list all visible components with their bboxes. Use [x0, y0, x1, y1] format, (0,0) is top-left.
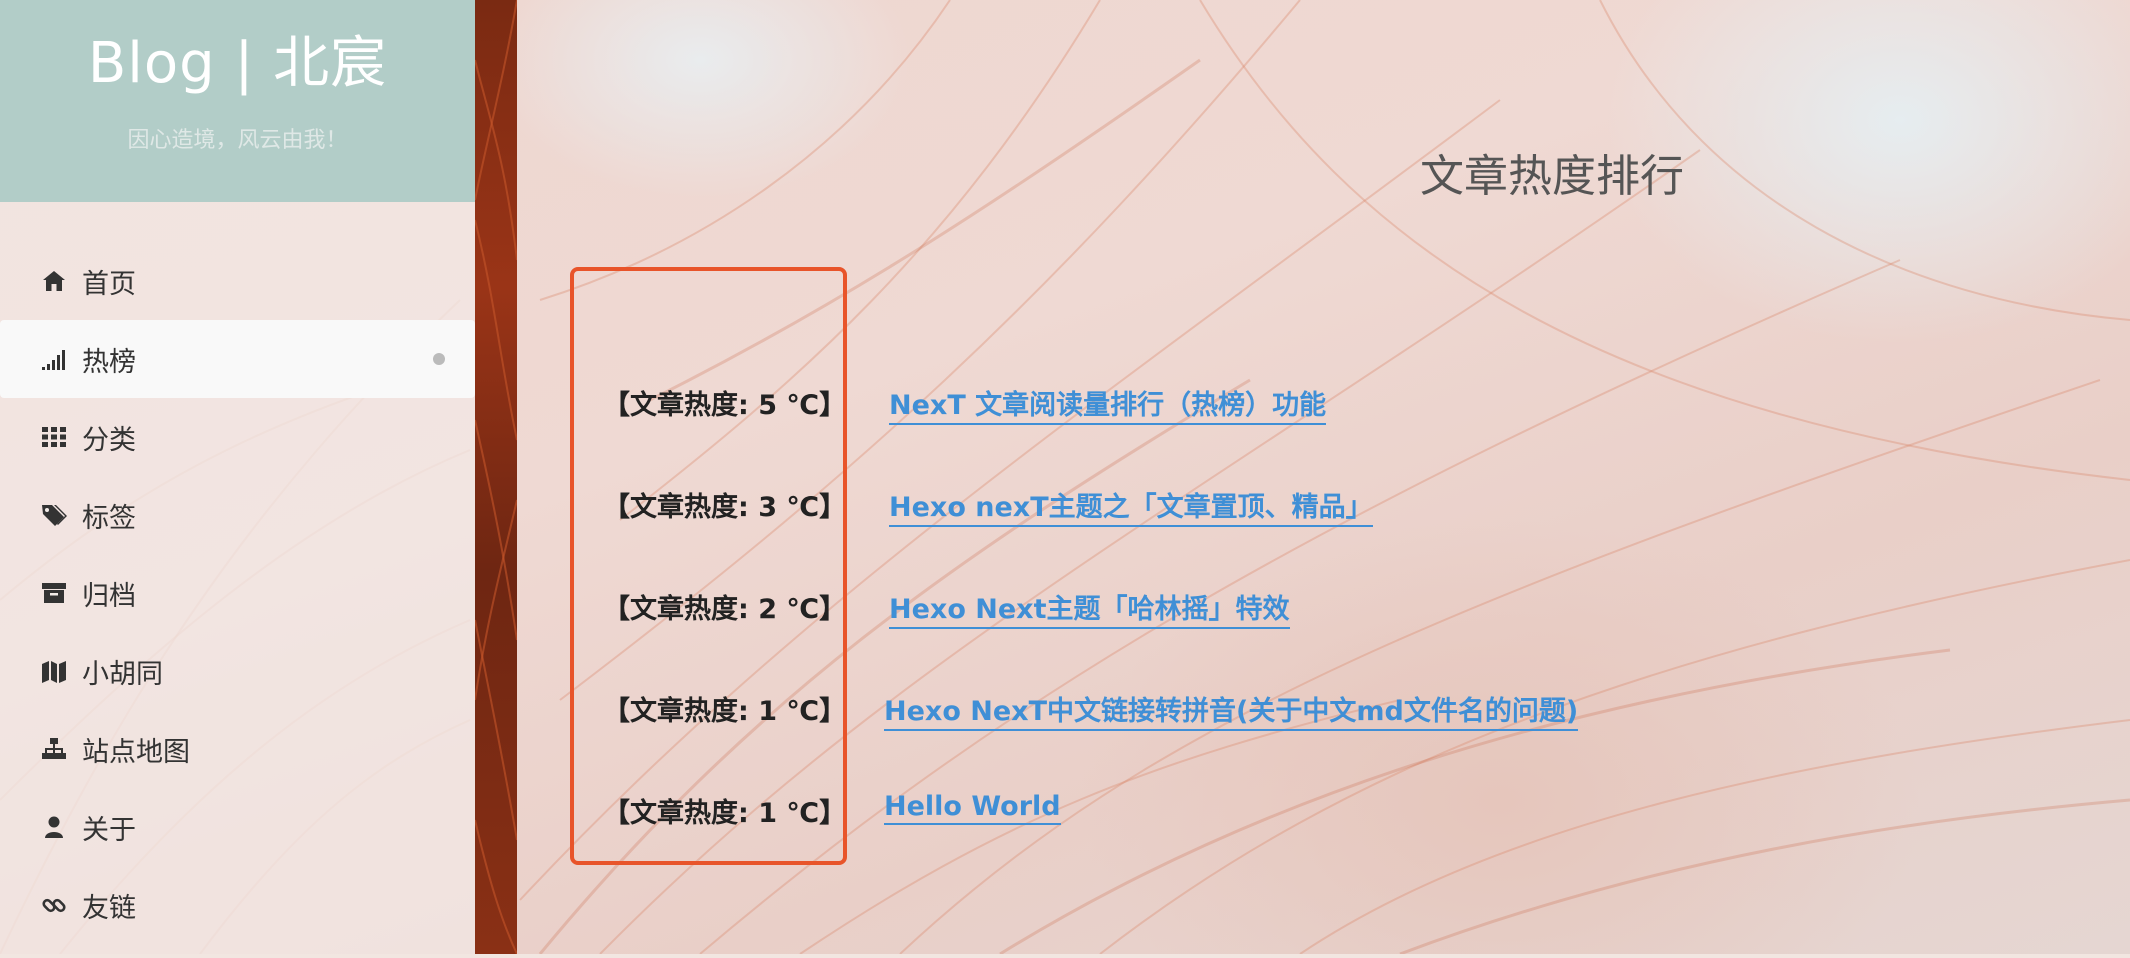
menu-item-categories[interactable]: 分类 — [0, 398, 475, 476]
site-brand: Blog | 北宸 因心造境，风云由我！ — [0, 0, 475, 202]
menu-item-label: 分类 — [82, 424, 136, 456]
heat-label: 【文章热度: 2 ℃】 — [603, 594, 847, 625]
signal-icon — [40, 345, 68, 373]
menu-item-tags[interactable]: 标签 — [0, 476, 475, 554]
post-link[interactable]: Hexo Next主题「哈林摇」特效 — [889, 587, 1290, 629]
menu-item-about[interactable]: 关于 — [0, 788, 475, 866]
heat-label: 【文章热度: 3 ℃】 — [603, 492, 847, 523]
grid-icon — [40, 423, 68, 451]
active-indicator — [433, 353, 445, 365]
post-link[interactable]: NexT 文章阅读量排行（热榜）功能 — [889, 383, 1327, 425]
menu-item-friends[interactable]: 友链 — [0, 866, 475, 944]
sitemap-icon — [40, 735, 68, 763]
menu-item-label: 归档 — [82, 580, 136, 612]
tags-icon — [40, 501, 68, 529]
user-icon — [40, 813, 68, 841]
menu-item-sitemap[interactable]: 站点地图 — [0, 710, 475, 788]
heat-highlight-box — [570, 267, 847, 865]
menu-item-label: 小胡同 — [82, 658, 163, 690]
archive-icon — [40, 579, 68, 607]
menu-item-hot[interactable]: 热榜 — [0, 320, 475, 398]
home-icon — [40, 267, 68, 295]
heat-label: 【文章热度: 1 ℃】 — [603, 798, 847, 829]
menu-item-label: 友链 — [82, 892, 136, 924]
nav-menu: 首页 热榜 分类 标签 归档 小胡同 站点地图 关于 友链 — [0, 242, 475, 944]
background-dark-strip — [474, 0, 518, 955]
post-link[interactable]: Hexo NexT中文链接转拼音(关于中文md文件名的问题) — [884, 689, 1579, 731]
menu-item-label: 标签 — [82, 502, 136, 534]
link-icon — [40, 891, 68, 919]
menu-item-label: 站点地图 — [82, 736, 190, 768]
site-subtitle: 因心造境，风云由我！ — [127, 128, 348, 153]
menu-item-archives[interactable]: 归档 — [0, 554, 475, 632]
heat-label: 【文章热度: 5 ℃】 — [603, 390, 847, 421]
page-title: 文章热度排行 — [1420, 151, 1684, 202]
sidebar: Blog | 北宸 因心造境，风云由我！ 首页 热榜 分类 标签 归档 小胡同 … — [0, 0, 475, 954]
menu-item-label: 热榜 — [82, 346, 136, 378]
menu-item-alley[interactable]: 小胡同 — [0, 632, 475, 710]
menu-item-label: 首页 — [82, 268, 136, 300]
menu-item-label: 关于 — [82, 814, 136, 846]
post-link[interactable]: Hexo nexT主题之「文章置顶、精品」 — [889, 485, 1373, 527]
post-link[interactable]: Hello World — [884, 791, 1061, 825]
menu-item-home[interactable]: 首页 — [0, 242, 475, 320]
map-icon — [40, 657, 68, 685]
heat-label: 【文章热度: 1 ℃】 — [603, 696, 847, 727]
site-title[interactable]: Blog | 北宸 — [0, 18, 475, 99]
